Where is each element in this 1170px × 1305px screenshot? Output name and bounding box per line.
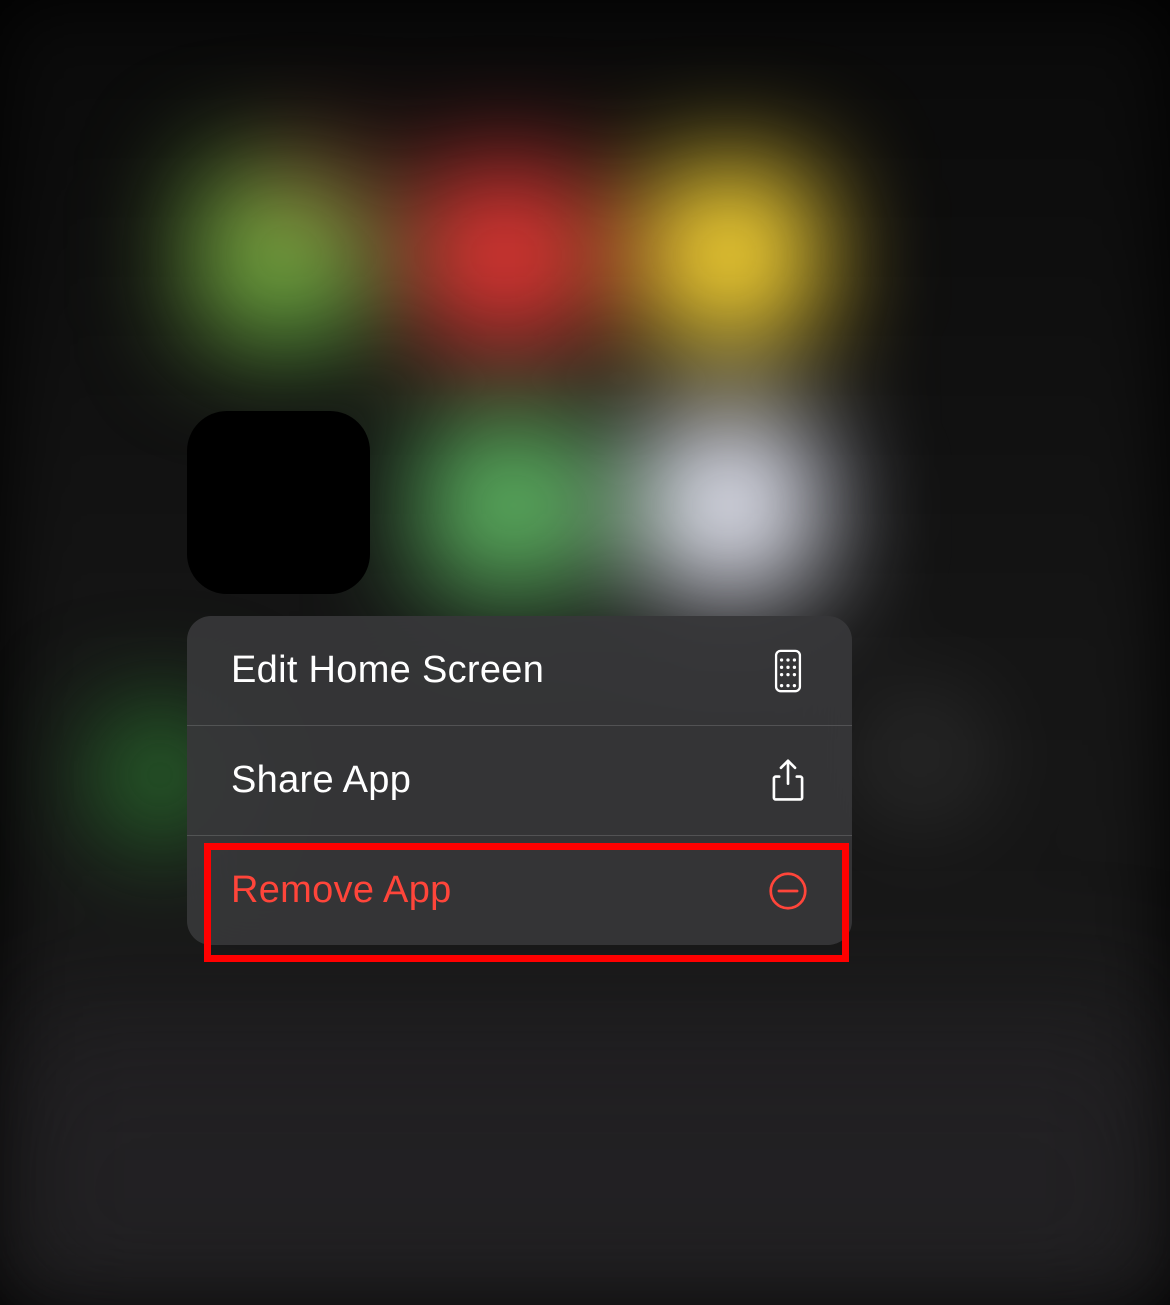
app-context-menu: Edit Home Screen Share App — [187, 616, 852, 945]
phone-grid-icon — [768, 651, 808, 691]
minus-circle-icon — [768, 871, 808, 911]
menu-item-label: Remove App — [231, 869, 452, 912]
edit-home-screen-item[interactable]: Edit Home Screen — [187, 616, 852, 725]
share-icon — [768, 761, 808, 801]
menu-item-label: Share App — [231, 759, 411, 802]
selected-app-icon[interactable] — [187, 411, 370, 594]
menu-item-label: Edit Home Screen — [231, 649, 544, 692]
share-app-item[interactable]: Share App — [187, 725, 852, 835]
remove-app-item[interactable]: Remove App — [187, 835, 852, 945]
